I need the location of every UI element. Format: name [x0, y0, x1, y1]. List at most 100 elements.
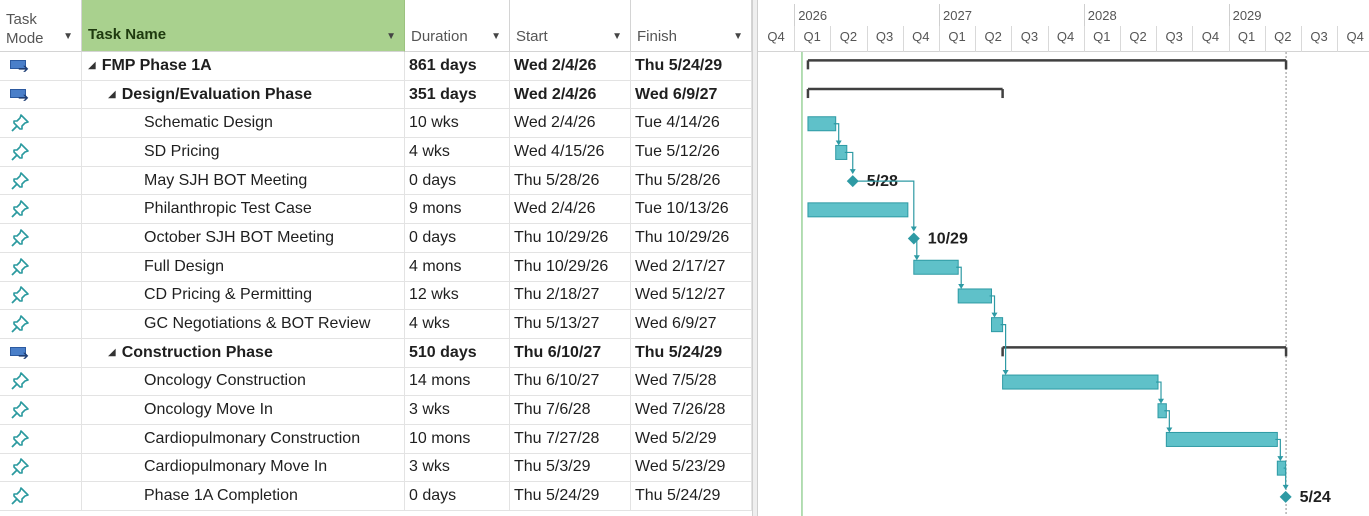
- task-row[interactable]: October SJH BOT Meeting 0 days Thu 10/29/2…: [0, 224, 752, 253]
- column-header-task-mode[interactable]: Task Mode ▼: [0, 0, 82, 52]
- task-duration-cell[interactable]: 3 wks: [405, 396, 510, 424]
- task-duration-cell[interactable]: 4 mons: [405, 252, 510, 281]
- task-finish-cell[interactable]: Wed 7/26/28: [631, 396, 752, 424]
- task-name-cell[interactable]: GC Negotiations & BOT Review: [82, 310, 405, 338]
- collapse-triangle-icon[interactable]: ◢: [108, 347, 116, 358]
- task-name-cell[interactable]: Cardiopulmonary Construction: [82, 424, 405, 453]
- task-mode-cell[interactable]: ➔: [0, 338, 82, 367]
- task-name-cell[interactable]: Schematic Design: [82, 109, 405, 138]
- task-finish-cell[interactable]: Thu 5/24/29: [631, 52, 752, 80]
- task-finish-cell[interactable]: Wed 5/2/29: [631, 424, 752, 453]
- column-header-start[interactable]: Start ▼: [510, 0, 631, 52]
- task-finish-cell[interactable]: Thu 5/24/29: [631, 338, 752, 367]
- task-name-cell[interactable]: SD Pricing: [82, 138, 405, 166]
- task-row[interactable]: ➔ ◢ Construction Phase 510 days Thu 6/10/27 T…: [0, 338, 752, 368]
- task-duration-cell[interactable]: 10 wks: [405, 109, 510, 138]
- task-name-cell[interactable]: Philanthropic Test Case: [82, 195, 405, 224]
- task-row[interactable]: Schematic Design 10 wks Wed 2/4/26 Tue 4/14…: [0, 109, 752, 139]
- task-mode-cell[interactable]: [0, 281, 82, 310]
- task-finish-cell[interactable]: Wed 2/17/27: [631, 252, 752, 281]
- task-finish-cell[interactable]: Wed 5/12/27: [631, 281, 752, 310]
- task-mode-cell[interactable]: [0, 166, 82, 195]
- task-duration-cell[interactable]: 351 days: [405, 80, 510, 109]
- chevron-down-icon[interactable]: ▼: [386, 31, 396, 42]
- chevron-down-icon[interactable]: ▼: [63, 31, 73, 42]
- task-finish-cell[interactable]: Tue 4/14/26: [631, 109, 752, 138]
- task-name-cell[interactable]: ◢ Design/Evaluation Phase: [82, 80, 405, 109]
- task-mode-cell[interactable]: [0, 252, 82, 281]
- task-row[interactable]: Full Design 4 mons Thu 10/29/26 Wed 2/17/27: [0, 252, 752, 282]
- task-duration-cell[interactable]: 3 wks: [405, 453, 510, 482]
- task-duration-cell[interactable]: 10 mons: [405, 424, 510, 453]
- task-start-cell[interactable]: Thu 6/10/27: [510, 367, 631, 396]
- task-row[interactable]: GC Negotiations & BOT Review 4 wks Thu 5/1…: [0, 310, 752, 339]
- task-start-cell[interactable]: Wed 4/15/26: [510, 138, 631, 166]
- task-name-cell[interactable]: Oncology Move In: [82, 396, 405, 424]
- task-mode-cell[interactable]: [0, 109, 82, 138]
- task-duration-cell[interactable]: 4 wks: [405, 310, 510, 338]
- task-row[interactable]: May SJH BOT Meeting 0 days Thu 5/28/26 Thu …: [0, 166, 752, 196]
- task-name-cell[interactable]: ◢ Construction Phase: [82, 338, 405, 367]
- task-row[interactable]: Phase 1A Completion 0 days Thu 5/24/29 Thu …: [0, 482, 752, 511]
- task-finish-cell[interactable]: Wed 5/23/29: [631, 453, 752, 482]
- task-duration-cell[interactable]: 861 days: [405, 52, 510, 80]
- task-name-cell[interactable]: ◢ FMP Phase 1A: [82, 52, 405, 80]
- column-header-finish[interactable]: Finish ▼: [631, 0, 752, 52]
- task-start-cell[interactable]: Thu 6/10/27: [510, 338, 631, 367]
- task-start-cell[interactable]: Thu 5/3/29: [510, 453, 631, 482]
- task-mode-cell[interactable]: [0, 195, 82, 224]
- task-name-cell[interactable]: Oncology Construction: [82, 367, 405, 396]
- task-start-cell[interactable]: Thu 10/29/26: [510, 252, 631, 281]
- task-start-cell[interactable]: Wed 2/4/26: [510, 80, 631, 109]
- task-finish-cell[interactable]: Tue 10/13/26: [631, 195, 752, 224]
- task-duration-cell[interactable]: 9 mons: [405, 195, 510, 224]
- task-row[interactable]: Oncology Move In 3 wks Thu 7/6/28 Wed 7/26/…: [0, 396, 752, 425]
- task-start-cell[interactable]: Wed 2/4/26: [510, 195, 631, 224]
- task-mode-cell[interactable]: [0, 424, 82, 453]
- chevron-down-icon[interactable]: ▼: [491, 31, 501, 42]
- chevron-down-icon[interactable]: ▼: [612, 31, 622, 42]
- task-mode-cell[interactable]: [0, 138, 82, 166]
- task-row[interactable]: SD Pricing 4 wks Wed 4/15/26 Tue 5/12/26: [0, 138, 752, 167]
- task-finish-cell[interactable]: Thu 10/29/26: [631, 224, 752, 252]
- task-name-cell[interactable]: Full Design: [82, 252, 405, 281]
- task-start-cell[interactable]: Wed 2/4/26: [510, 52, 631, 80]
- task-row[interactable]: Oncology Construction 14 mons Thu 6/10/27 W…: [0, 367, 752, 397]
- column-header-duration[interactable]: Duration ▼: [405, 0, 510, 52]
- task-name-cell[interactable]: Phase 1A Completion: [82, 482, 405, 510]
- task-start-cell[interactable]: Wed 2/4/26: [510, 109, 631, 138]
- task-row[interactable]: Philanthropic Test Case 9 mons Wed 2/4/26 T…: [0, 195, 752, 225]
- task-name-cell[interactable]: CD Pricing & Permitting: [82, 281, 405, 310]
- task-name-cell[interactable]: Cardiopulmonary Move In: [82, 453, 405, 482]
- collapse-triangle-icon[interactable]: ◢: [88, 60, 96, 71]
- task-mode-cell[interactable]: [0, 482, 82, 510]
- task-row[interactable]: Cardiopulmonary Construction 10 mons Thu 7…: [0, 424, 752, 454]
- task-duration-cell[interactable]: 0 days: [405, 224, 510, 252]
- task-finish-cell[interactable]: Thu 5/28/26: [631, 166, 752, 195]
- task-finish-cell[interactable]: Wed 6/9/27: [631, 80, 752, 109]
- task-duration-cell[interactable]: 4 wks: [405, 138, 510, 166]
- task-row[interactable]: ➔ ◢ Design/Evaluation Phase 351 days Wed 2/4…: [0, 80, 752, 110]
- task-mode-cell[interactable]: [0, 367, 82, 396]
- task-start-cell[interactable]: Thu 2/18/27: [510, 281, 631, 310]
- task-start-cell[interactable]: Thu 10/29/26: [510, 224, 631, 252]
- task-finish-cell[interactable]: Tue 5/12/26: [631, 138, 752, 166]
- task-row[interactable]: ➔ ◢ FMP Phase 1A 861 days Wed 2/4/26 Thu 5/24…: [0, 52, 752, 81]
- task-duration-cell[interactable]: 14 mons: [405, 367, 510, 396]
- task-duration-cell[interactable]: 510 days: [405, 338, 510, 367]
- task-finish-cell[interactable]: Wed 6/9/27: [631, 310, 752, 338]
- task-mode-cell[interactable]: [0, 453, 82, 482]
- task-mode-cell[interactable]: [0, 224, 82, 252]
- task-duration-cell[interactable]: 0 days: [405, 166, 510, 195]
- task-row[interactable]: Cardiopulmonary Move In 3 wks Thu 5/3/29 We…: [0, 453, 752, 483]
- task-name-cell[interactable]: May SJH BOT Meeting: [82, 166, 405, 195]
- task-row[interactable]: CD Pricing & Permitting 12 wks Thu 2/18/27…: [0, 281, 752, 311]
- task-mode-cell[interactable]: ➔: [0, 80, 82, 109]
- task-mode-cell[interactable]: [0, 310, 82, 338]
- task-finish-cell[interactable]: Wed 7/5/28: [631, 367, 752, 396]
- column-header-task-name[interactable]: Task Name ▼: [82, 0, 405, 52]
- task-start-cell[interactable]: Thu 7/6/28: [510, 396, 631, 424]
- collapse-triangle-icon[interactable]: ◢: [108, 89, 116, 100]
- task-start-cell[interactable]: Thu 5/24/29: [510, 482, 631, 510]
- task-start-cell[interactable]: Thu 5/28/26: [510, 166, 631, 195]
